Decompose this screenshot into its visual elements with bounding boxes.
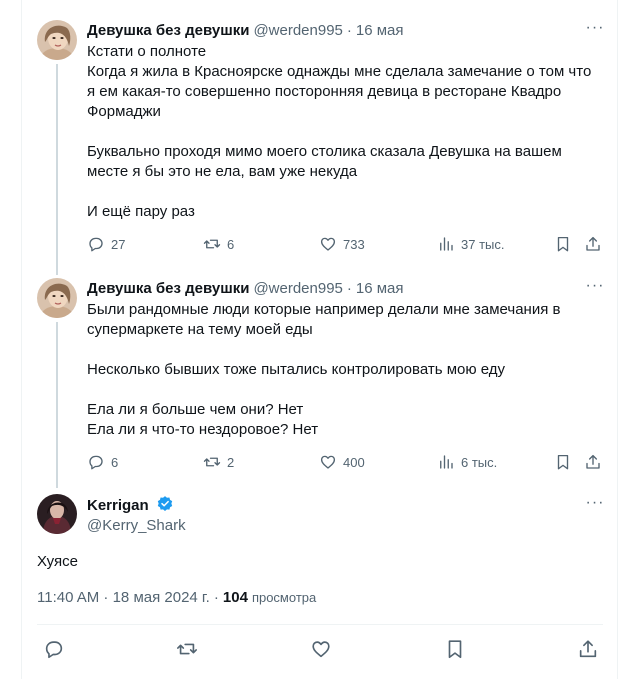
tweet-line: Ела ли я что-то нездоровое? Нет xyxy=(87,421,319,438)
separator: · xyxy=(346,279,352,297)
repost-button[interactable] xyxy=(176,638,198,660)
repost-count: 2 xyxy=(227,454,235,470)
like-count: 400 xyxy=(343,454,365,470)
views-count: 6 тыс. xyxy=(461,454,498,470)
avatar[interactable] xyxy=(37,494,77,534)
bookmark-icon xyxy=(448,640,462,659)
more-icon[interactable]: ··· xyxy=(583,278,607,298)
more-icon[interactable]: ··· xyxy=(583,495,607,515)
tweet-header: Девушка без девушки @werden995 · 16 мая xyxy=(87,278,404,298)
avatar[interactable] xyxy=(37,20,77,60)
thread-connector xyxy=(56,322,58,488)
reply-icon xyxy=(89,237,103,252)
bookmark-button[interactable] xyxy=(444,638,466,660)
repost-count: 6 xyxy=(227,236,235,252)
like-icon xyxy=(320,237,336,251)
main-tweet-text: Хуясе xyxy=(37,553,78,570)
reply-button[interactable]: 6 xyxy=(87,452,118,472)
tweet-line: И ещё пару раз xyxy=(87,203,195,220)
reply-button[interactable] xyxy=(43,638,65,660)
views-label: просмотра xyxy=(251,590,317,605)
divider xyxy=(37,624,603,625)
author-name[interactable]: Kerrigan xyxy=(87,497,149,514)
author-handle[interactable]: @werden995 xyxy=(253,22,342,39)
like-count: 733 xyxy=(343,236,365,252)
tweet-line xyxy=(87,182,599,202)
views-icon xyxy=(440,237,453,251)
share-icon xyxy=(579,640,597,658)
tweet-line: Буквально проходя мимо моего столика ска… xyxy=(87,143,562,180)
reply-count: 27 xyxy=(111,236,126,252)
like-icon xyxy=(320,455,336,469)
views-button[interactable]: 37 тыс. xyxy=(437,234,504,254)
more-icon[interactable]: ··· xyxy=(583,20,607,40)
tweet-timestamp[interactable]: 11:40 AM · 18 мая 2024 г. · xyxy=(37,589,219,606)
avatar[interactable] xyxy=(37,278,77,318)
verified-badge-icon[interactable] xyxy=(156,495,174,513)
thread-tweet-1[interactable]: Девушка без девушки @werden995 · 16 мая … xyxy=(37,20,607,275)
reply-icon xyxy=(45,641,63,659)
repost-button[interactable]: 2 xyxy=(203,452,234,472)
tweet-text: Кстати о полноте Когда я жила в Краснояр… xyxy=(87,42,599,222)
tweet-actions: 27 6 733 37 тыс. xyxy=(87,234,607,254)
views-icon xyxy=(440,455,453,469)
author-name[interactable]: Девушка без девушки xyxy=(87,280,249,297)
tweet-line xyxy=(87,340,599,360)
author-handle[interactable]: @Kerry_Shark xyxy=(87,516,186,536)
tweet-line: Кстати о полноте xyxy=(87,43,207,60)
like-button[interactable]: 400 xyxy=(319,452,365,472)
thread-connector xyxy=(56,64,58,275)
tweet-line xyxy=(87,380,599,400)
separator: · xyxy=(346,21,352,39)
repost-icon xyxy=(203,457,221,467)
reply-button[interactable]: 27 xyxy=(87,234,125,254)
main-tweet-actions xyxy=(37,638,603,660)
share-icon xyxy=(586,454,600,469)
bookmark-icon xyxy=(557,454,569,470)
tweet-line: Были рандомные люди которые например дел… xyxy=(87,301,561,338)
share-button[interactable] xyxy=(584,234,602,254)
like-button[interactable] xyxy=(310,638,332,660)
bookmark-icon xyxy=(557,236,569,252)
bookmark-button[interactable] xyxy=(554,234,572,254)
tweet-date[interactable]: 16 мая xyxy=(356,22,404,39)
share-button[interactable] xyxy=(584,452,602,472)
tweet-line: Несколько бывших тоже пытались контролир… xyxy=(87,361,506,378)
tweet-actions: 6 2 400 6 тыс. xyxy=(87,452,607,472)
like-button[interactable]: 733 xyxy=(319,234,365,254)
views-count: 37 тыс. xyxy=(461,236,505,252)
tweet-header: Девушка без девушки @werden995 · 16 мая xyxy=(87,20,404,40)
tweet-date[interactable]: 16 мая xyxy=(356,280,404,297)
views-number: 104 xyxy=(222,589,248,606)
repost-button[interactable]: 6 xyxy=(203,234,234,254)
like-icon xyxy=(312,641,330,658)
share-button[interactable] xyxy=(577,638,599,660)
reply-icon xyxy=(89,455,103,470)
views-button[interactable]: 6 тыс. xyxy=(437,452,497,472)
main-author-block: Kerrigan @Kerry_Shark xyxy=(87,495,186,536)
repost-icon xyxy=(177,643,197,655)
bookmark-button[interactable] xyxy=(554,452,572,472)
reply-count: 6 xyxy=(111,454,119,470)
tweet-line: Ела ли я больше чем они? Нет xyxy=(87,401,304,418)
thread-tweet-2[interactable]: Девушка без девушки @werden995 · 16 мая … xyxy=(37,278,607,488)
share-icon xyxy=(586,236,600,251)
author-name[interactable]: Девушка без девушки xyxy=(87,22,249,39)
tweet-line: Когда я жила в Красноярске однажды мне с… xyxy=(87,63,592,120)
tweet-line xyxy=(87,122,599,142)
author-handle[interactable]: @werden995 xyxy=(253,280,342,297)
tweet-metadata: 11:40 AM · 18 мая 2024 г. · 104 просмотр… xyxy=(37,589,316,606)
repost-icon xyxy=(203,239,221,249)
tweet-text: Были рандомные люди которые например дел… xyxy=(87,300,599,440)
